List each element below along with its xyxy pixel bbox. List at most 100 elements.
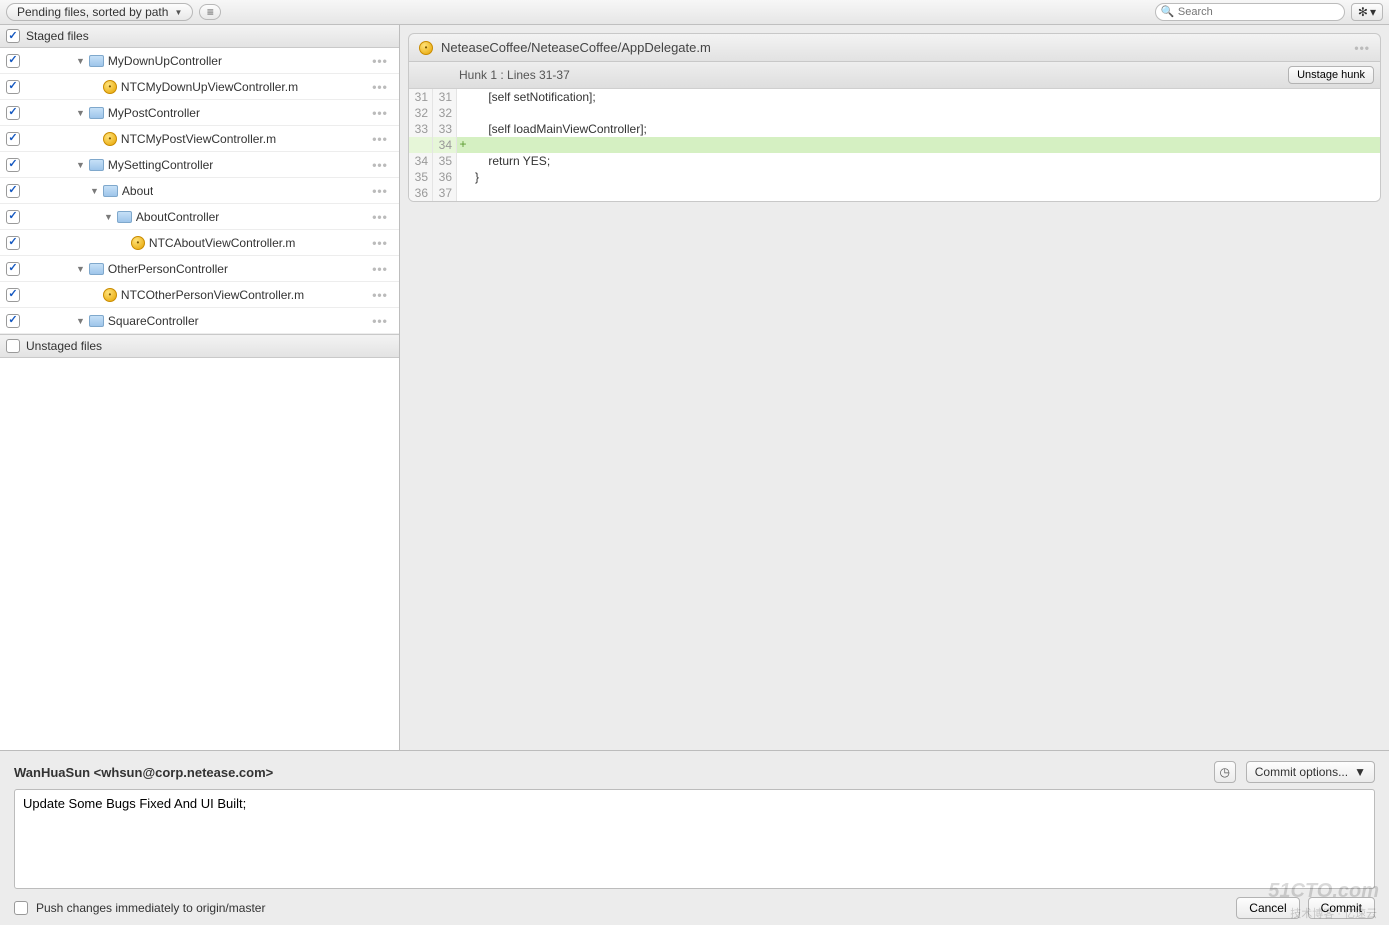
settings-menu[interactable]: ✻ ▾ (1351, 3, 1383, 21)
file-icon (419, 41, 433, 55)
folder-icon (89, 55, 104, 67)
unstage-hunk-button[interactable]: Unstage hunk (1288, 66, 1374, 84)
chevron-down-icon: ▼ (1354, 765, 1366, 779)
file-status-icon (131, 236, 145, 250)
tree-file-row[interactable]: ▼NTCMyPostViewController.m••• (0, 126, 399, 152)
old-line-number (409, 137, 433, 153)
row-label: SquareController (108, 314, 199, 328)
row-checkbox[interactable] (6, 314, 20, 328)
row-label: NTCMyPostViewController.m (121, 132, 276, 146)
row-checkbox[interactable] (6, 80, 20, 94)
row-more-button[interactable]: ••• (367, 106, 393, 120)
row-more-button[interactable]: ••• (367, 314, 393, 328)
folder-icon (89, 107, 104, 119)
list-icon: ≡ (207, 5, 214, 19)
code-line[interactable]: 3333 [self loadMainViewController]; (409, 121, 1380, 137)
sort-label: Pending files, sorted by path (17, 5, 168, 19)
disclosure-triangle-icon[interactable]: ▼ (76, 316, 85, 326)
row-more-button[interactable]: ••• (367, 158, 393, 172)
unstaged-checkbox[interactable] (6, 339, 20, 353)
staged-files-header[interactable]: Staged files (0, 25, 399, 48)
folder-icon (89, 159, 104, 171)
file-tree[interactable]: ▼MyDownUpController•••▼NTCMyDownUpViewCo… (0, 48, 399, 334)
diff-file-path: NeteaseCoffee/NeteaseCoffee/AppDelegate.… (441, 40, 711, 55)
sort-dropdown[interactable]: Pending files, sorted by path ▼ (6, 3, 193, 21)
folder-icon (89, 263, 104, 275)
disclosure-triangle-icon[interactable]: ▼ (76, 160, 85, 170)
commit-button[interactable]: Commit (1308, 897, 1375, 919)
row-checkbox[interactable] (6, 288, 20, 302)
code-text (469, 137, 1380, 153)
code-line[interactable]: 3435 return YES; (409, 153, 1380, 169)
hunk: Hunk 1 : Lines 31-37 Unstage hunk 3131 [… (408, 62, 1381, 202)
unstaged-files-header[interactable]: Unstaged files (0, 334, 399, 358)
row-checkbox[interactable] (6, 210, 20, 224)
search-input[interactable] (1155, 3, 1345, 21)
file-status-icon (103, 80, 117, 94)
cancel-button[interactable]: Cancel (1236, 897, 1299, 919)
code-line[interactable]: 34+ (409, 137, 1380, 153)
history-button[interactable]: ◷ (1214, 761, 1236, 783)
hunk-title: Hunk 1 : Lines 31-37 (459, 68, 570, 82)
row-more-button[interactable]: ••• (367, 210, 393, 224)
row-more-button[interactable]: ••• (367, 236, 393, 250)
row-more-button[interactable]: ••• (367, 184, 393, 198)
tree-file-row[interactable]: ▼NTCOtherPersonViewController.m••• (0, 282, 399, 308)
tree-folder-row[interactable]: ▼OtherPersonController••• (0, 256, 399, 282)
disclosure-triangle-icon[interactable]: ▼ (76, 264, 85, 274)
disclosure-triangle-icon[interactable]: ▼ (76, 56, 85, 66)
row-more-button[interactable]: ••• (367, 262, 393, 276)
code-line[interactable]: 3536} (409, 169, 1380, 185)
row-more-button[interactable]: ••• (367, 54, 393, 68)
row-label: NTCMyDownUpViewController.m (121, 80, 298, 94)
search-wrap: 🔍 (1155, 3, 1345, 21)
code-line[interactable]: 3131 [self setNotification]; (409, 89, 1380, 105)
gear-icon: ✻ (1358, 5, 1368, 19)
disclosure-triangle-icon[interactable]: ▼ (76, 108, 85, 118)
row-checkbox[interactable] (6, 54, 20, 68)
row-checkbox[interactable] (6, 262, 20, 276)
diff-mark (457, 105, 469, 121)
diff-mark (457, 121, 469, 137)
code-line[interactable]: 3232 (409, 105, 1380, 121)
commit-message-input[interactable] (14, 789, 1375, 889)
diff-area: NeteaseCoffee/NeteaseCoffee/AppDelegate.… (400, 25, 1389, 750)
old-line-number: 36 (409, 185, 433, 201)
tree-folder-row[interactable]: ▼MySettingController••• (0, 152, 399, 178)
old-line-number: 35 (409, 169, 433, 185)
list-view-toggle[interactable]: ≡ (199, 4, 221, 20)
row-checkbox[interactable] (6, 106, 20, 120)
tree-folder-row[interactable]: ▼MyPostController••• (0, 100, 399, 126)
row-more-button[interactable]: ••• (367, 80, 393, 94)
clock-icon: ◷ (1219, 765, 1229, 779)
row-checkbox[interactable] (6, 236, 20, 250)
tree-folder-row[interactable]: ▼AboutController••• (0, 204, 399, 230)
diff-file-header: NeteaseCoffee/NeteaseCoffee/AppDelegate.… (408, 33, 1381, 62)
row-more-button[interactable]: ••• (367, 132, 393, 146)
diff-mark (457, 185, 469, 201)
code-line[interactable]: 3637 (409, 185, 1380, 201)
tree-folder-row[interactable]: ▼About••• (0, 178, 399, 204)
disclosure-triangle-icon[interactable]: ▼ (104, 212, 113, 222)
tree-folder-row[interactable]: ▼ SquareController ••• (0, 308, 399, 334)
diff-code[interactable]: 3131 [self setNotification];32323333 [se… (409, 89, 1380, 201)
chevron-down-icon: ▼ (174, 8, 182, 17)
file-more-button[interactable]: ••• (1354, 41, 1370, 55)
push-checkbox[interactable] (14, 901, 28, 915)
staged-header-label: Staged files (26, 29, 89, 43)
row-checkbox[interactable] (6, 132, 20, 146)
unstaged-empty (0, 358, 399, 750)
tree-file-row[interactable]: ▼NTCMyDownUpViewController.m••• (0, 74, 399, 100)
row-checkbox[interactable] (6, 184, 20, 198)
row-checkbox[interactable] (6, 158, 20, 172)
tree-file-row[interactable]: ▼NTCAboutViewController.m••• (0, 230, 399, 256)
disclosure-triangle-icon[interactable]: ▼ (90, 186, 99, 196)
old-line-number: 32 (409, 105, 433, 121)
row-more-button[interactable]: ••• (367, 288, 393, 302)
code-text: return YES; (469, 153, 1380, 169)
commit-options-dropdown[interactable]: Commit options... ▼ (1246, 761, 1375, 783)
staged-checkbox[interactable] (6, 29, 20, 43)
file-status-icon (103, 288, 117, 302)
tree-folder-row[interactable]: ▼MyDownUpController••• (0, 48, 399, 74)
new-line-number: 35 (433, 153, 457, 169)
